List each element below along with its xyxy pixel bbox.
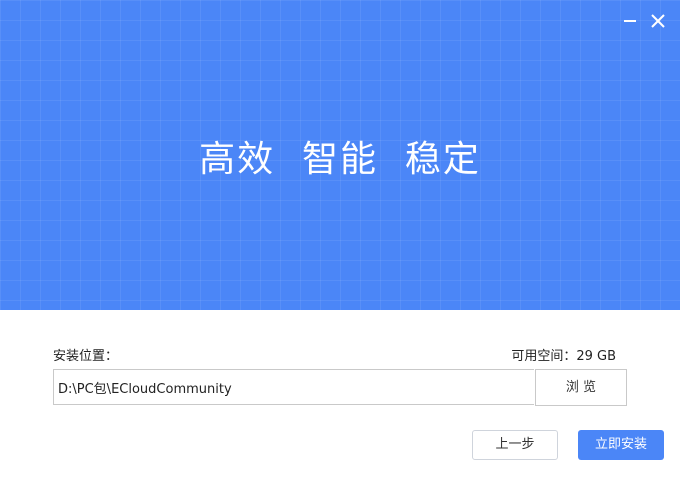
minimize-button[interactable] [617, 8, 643, 34]
minimize-icon [624, 20, 636, 22]
install-now-button[interactable]: 立即安装 [578, 430, 664, 460]
previous-step-button[interactable]: 上一步 [472, 430, 558, 460]
browse-button[interactable]: 浏 览 [535, 369, 627, 406]
close-button[interactable] [645, 8, 671, 34]
installer-window: 高效 智能 稳定 安装位置： 可用空间：29 GB 浏 览 上一步 立即安装 [0, 0, 680, 480]
slogan: 高效 智能 稳定 [199, 139, 481, 180]
install-location-label: 安装位置： [53, 349, 119, 364]
close-icon [651, 14, 665, 28]
available-space-label: 可用空间：29 GB [511, 349, 616, 364]
install-path-input[interactable] [53, 369, 534, 405]
banner: 高效 智能 稳定 [0, 0, 680, 310]
